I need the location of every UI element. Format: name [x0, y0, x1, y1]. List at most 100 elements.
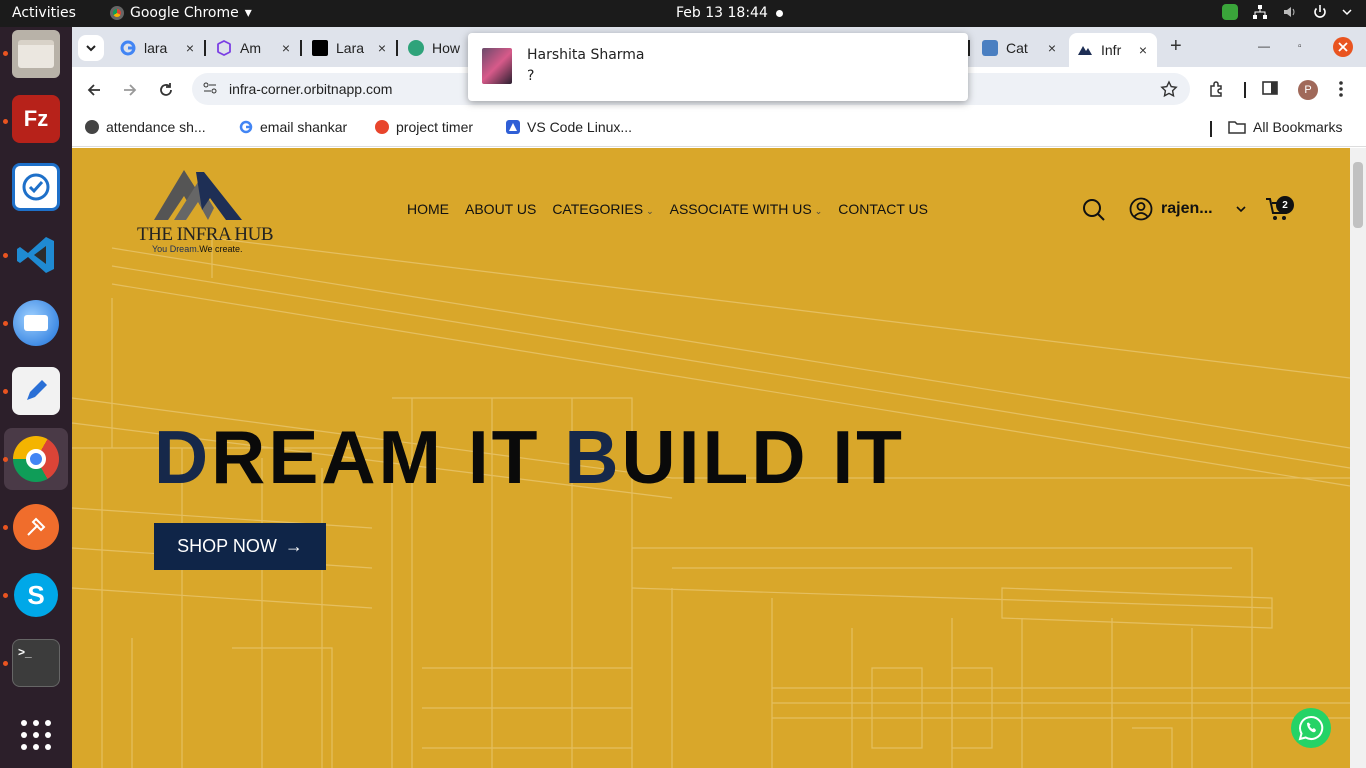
system-tray[interactable] [1222, 4, 1352, 20]
close-icon[interactable]: × [1048, 40, 1056, 56]
tab-1[interactable]: lara × [112, 33, 202, 63]
site-info-icon[interactable] [202, 80, 218, 96]
volume-icon[interactable] [1282, 4, 1298, 20]
web-page: THE INFRA HUB You Dream.We create. HOME … [72, 148, 1350, 768]
files-icon[interactable] [12, 30, 60, 78]
google-icon [120, 40, 136, 56]
chrome-icon[interactable] [12, 435, 60, 483]
tagline-part-1: You Dream. [152, 244, 200, 254]
tab-6-active[interactable]: Infr × [1069, 33, 1157, 67]
user-account-menu[interactable]: rajen... [1129, 197, 1247, 221]
nav-contact-us[interactable]: CONTACT US [838, 201, 928, 217]
tab-2[interactable]: Am × [208, 33, 298, 63]
terminal-icon[interactable]: >_ [12, 639, 60, 687]
notification-popup[interactable]: Harshita Sharma ? [468, 33, 968, 101]
sender-avatar [482, 48, 512, 84]
medium-icon [312, 40, 328, 56]
arrow-right-icon: → [284, 536, 303, 556]
tagline-part-2: We create. [199, 244, 243, 254]
whatsapp-icon [1298, 715, 1324, 741]
bookmark-label: email shankar [260, 119, 348, 135]
system-top-bar: Activities Google Chrome ▾ Feb 13 18:44 [0, 0, 1366, 27]
side-panel-icon[interactable] [1262, 80, 1278, 96]
site-logo[interactable]: THE INFRA HUB You Dream.We create. [136, 162, 274, 254]
activities-button[interactable]: Activities [12, 5, 76, 21]
dock: Fz S >_ [0, 27, 72, 768]
close-icon [1338, 42, 1348, 52]
app-grid-icon[interactable] [12, 711, 60, 759]
close-icon[interactable]: × [378, 40, 386, 56]
globe-icon [85, 120, 99, 134]
tab-label: Am [240, 40, 261, 56]
notification-sender: Harshita Sharma [527, 47, 645, 63]
nav-categories[interactable]: CATEGORIES ⌄ [552, 201, 653, 217]
main-nav: HOME ABOUT US CATEGORIES ⌄ ASSOCIATE WITH… [407, 201, 928, 217]
new-tab-button[interactable]: + [1170, 35, 1182, 58]
skype-icon[interactable]: S [12, 571, 60, 619]
tab-4[interactable]: How [400, 33, 470, 63]
hero-heading: DREAM IT BUILD IT [154, 414, 905, 500]
hero-accent-letter: D [154, 415, 212, 499]
thunderbird-icon[interactable] [12, 299, 60, 347]
filezilla-icon[interactable]: Fz [12, 95, 60, 143]
profile-avatar[interactable]: P [1298, 80, 1318, 100]
all-bookmarks-button[interactable]: All Bookmarks [1228, 119, 1342, 135]
nav-about-us[interactable]: ABOUT US [465, 201, 536, 217]
forward-button[interactable] [122, 82, 138, 98]
power-icon[interactable] [1312, 4, 1328, 20]
whatsapp-button[interactable] [1291, 708, 1331, 748]
more-menu-icon[interactable] [1338, 80, 1344, 98]
close-icon[interactable]: × [186, 40, 194, 56]
url-text[interactable]: infra-corner.orbitnapp.com [229, 81, 392, 97]
bookmark-item[interactable]: email shankar [239, 119, 347, 135]
bookmark-item[interactable]: project timer [375, 119, 473, 135]
nav-associate[interactable]: ASSOCIATE WITH US ⌄ [670, 201, 823, 217]
running-indicator [3, 119, 8, 124]
search-icon[interactable] [1082, 198, 1106, 222]
update-icon[interactable] [1222, 4, 1238, 20]
logo-title: THE INFRA HUB [137, 224, 274, 245]
bookmark-star-icon[interactable] [1160, 80, 1178, 98]
scrollbar-thumb[interactable] [1353, 162, 1363, 228]
page-scrollbar[interactable] [1350, 148, 1366, 768]
chevron-down-icon [86, 45, 96, 52]
running-indicator [3, 661, 8, 666]
app-menu[interactable]: Google Chrome ▾ [110, 5, 252, 21]
bookmarks-separator [1210, 121, 1212, 137]
tab-separator [204, 40, 206, 56]
running-indicator [3, 253, 8, 258]
back-button[interactable] [86, 82, 102, 98]
shop-now-button[interactable]: SHOP NOW → [154, 523, 326, 570]
tab-separator [968, 40, 970, 56]
close-icon[interactable]: × [1139, 42, 1147, 58]
notification-message: ? [527, 68, 535, 84]
tab-3[interactable]: Lara × [304, 33, 394, 63]
bookmark-item[interactable]: attendance sh... [85, 119, 206, 135]
postman-icon[interactable] [12, 503, 60, 551]
close-icon[interactable]: × [282, 40, 290, 56]
tab-5[interactable]: Cat × [974, 33, 1064, 63]
clock[interactable]: Feb 13 18:44 [676, 5, 768, 21]
vscode-icon[interactable] [12, 231, 60, 279]
chevron-down-icon[interactable] [1342, 7, 1352, 17]
network-icon[interactable] [1252, 4, 1268, 20]
nav-home[interactable]: HOME [407, 201, 449, 217]
tab-search-button[interactable] [78, 35, 104, 61]
tracker-icon[interactable] [12, 163, 60, 211]
toolbar-separator [1244, 82, 1246, 98]
nav-categories-label: CATEGORIES [552, 201, 644, 217]
logo-tagline: You Dream.We create. [152, 244, 243, 254]
running-indicator [3, 321, 8, 326]
text-editor-icon[interactable] [12, 367, 60, 415]
extensions-icon[interactable] [1208, 80, 1226, 98]
vscode-linux-icon [506, 120, 520, 134]
maximize-button[interactable]: ▫ [1298, 41, 1302, 52]
nav-associate-label: ASSOCIATE WITH US [669, 201, 812, 217]
hero-text: REAM IT [211, 415, 565, 499]
tab-label: Lara [336, 40, 365, 56]
reload-button[interactable] [158, 82, 174, 98]
minimize-button[interactable]: — [1258, 39, 1270, 53]
close-window-button[interactable] [1333, 37, 1353, 57]
bookmark-item[interactable]: VS Code Linux... [506, 119, 632, 135]
running-indicator [3, 389, 8, 394]
